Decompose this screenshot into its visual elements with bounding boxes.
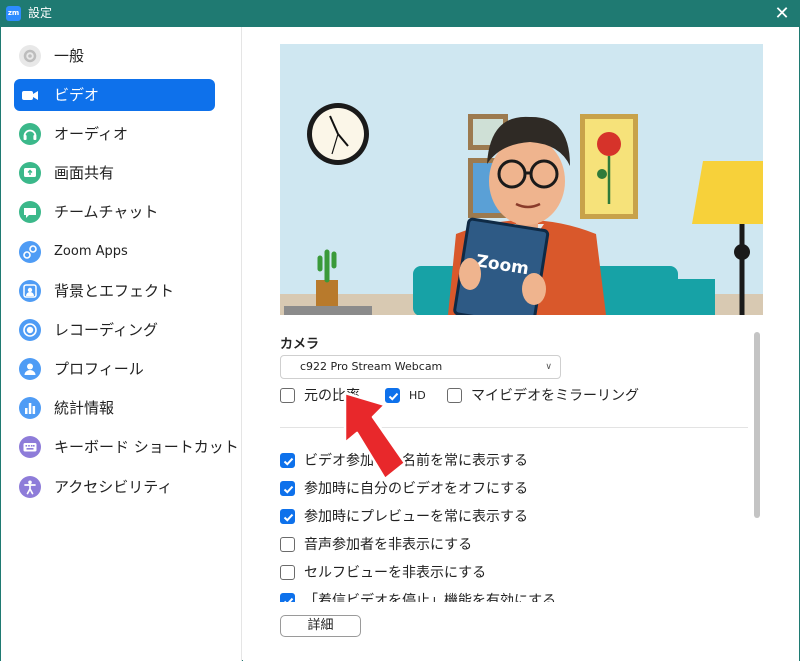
sidebar-item-label: レコーディング — [54, 321, 158, 339]
sidebar-item-screen-share[interactable]: 画面共有 — [14, 157, 215, 189]
sidebar-item-accessibility[interactable]: アクセシビリティ — [14, 471, 215, 503]
sidebar-item-label: 統計情報 — [54, 399, 115, 417]
sidebar-item-label: 背景とエフェクト — [54, 282, 175, 300]
sidebar-item-statistics[interactable]: 統計情報 — [14, 392, 215, 424]
checkbox-label: 参加時にプレビューを常に表示する — [304, 509, 528, 525]
profile-icon — [19, 358, 41, 380]
checkbox-label: 音声参加者を非表示にする — [304, 537, 473, 553]
wall-clock-icon — [307, 103, 369, 165]
mirror-video-checkbox[interactable]: マイビデオをミラーリング — [447, 386, 647, 406]
record-icon — [19, 319, 41, 341]
checkbox-box — [280, 565, 295, 580]
setting-video-off-on-join[interactable]: 参加時に自分のビデオをオフにする — [280, 479, 580, 499]
setting-hide-audio-participants[interactable]: 音声参加者を非表示にする — [280, 535, 580, 555]
checkbox-box — [280, 509, 295, 524]
chat-bubble-icon — [19, 201, 41, 223]
title-bar: zm 設定 ✕ — [1, 1, 800, 27]
sidebar-item-label: 画面共有 — [54, 164, 115, 182]
checkbox-label: マイビデオをミラーリング — [471, 388, 639, 404]
checkbox-label: ビデオ参加者の名前を常に表示する — [304, 453, 528, 469]
zoom-logo-icon: zm — [6, 6, 21, 21]
sidebar-item-label: プロフィール — [54, 360, 144, 378]
annotation-arrow-icon — [343, 391, 407, 481]
checkbox-box — [280, 481, 295, 496]
sidebar-item-label: ビデオ — [54, 86, 100, 104]
background-person-icon — [19, 280, 41, 302]
sidebar-item-label: キーボード ショートカット — [54, 438, 239, 456]
setting-hide-self-view[interactable]: セルフビューを非表示にする — [280, 563, 580, 583]
checkbox-box — [280, 388, 295, 403]
close-button[interactable]: ✕ — [769, 1, 795, 27]
sidebar-item-team-chat[interactable]: チームチャット — [14, 196, 215, 228]
camera-select-value: c922 Pro Stream Webcam — [300, 360, 443, 373]
setting-always-preview[interactable]: 参加時にプレビューを常に表示する — [280, 507, 580, 527]
video-settings-panel: Zoom カメラ c922 Pro Stream Webcam ∨ 元の比率 H… — [243, 27, 799, 661]
checkbox-box — [447, 388, 462, 403]
sidebar-item-video[interactable]: ビデオ — [14, 79, 215, 111]
video-preview: Zoom — [280, 44, 763, 315]
checkbox-label: HD — [409, 389, 426, 402]
video-camera-icon — [19, 84, 41, 106]
checkbox-box — [280, 453, 295, 468]
sidebar-item-label: オーディオ — [54, 125, 128, 143]
sidebar-item-label: Zoom Apps — [54, 244, 128, 259]
accessibility-icon — [19, 476, 41, 498]
screen-share-icon — [19, 162, 41, 184]
checkbox-box — [280, 593, 295, 602]
sidebar-item-label: チームチャット — [54, 203, 159, 221]
keyboard-icon — [19, 436, 41, 458]
sidebar-item-background-effects[interactable]: 背景とエフェクト — [14, 275, 215, 307]
setting-show-names[interactable]: ビデオ参加者の名前を常に表示する — [280, 451, 580, 471]
sidebar-item-label: 一般 — [54, 47, 85, 65]
sidebar-item-label: アクセシビリティ — [54, 478, 173, 496]
checkbox-label: 参加時に自分のビデオをオフにする — [304, 481, 529, 497]
sidebar-item-profile[interactable]: プロフィール — [14, 353, 215, 385]
setting-stop-incoming-video[interactable]: 「着信ビデオを停止」機能を有効にする — [280, 591, 580, 602]
preview-illustration: Zoom — [280, 44, 763, 315]
scrollbar-thumb[interactable] — [754, 332, 760, 518]
camera-select[interactable]: c922 Pro Stream Webcam ∨ — [280, 355, 561, 379]
sidebar-item-general[interactable]: 一般 — [14, 40, 215, 72]
checkbox-box — [280, 537, 295, 552]
headphones-icon — [19, 123, 41, 145]
checkbox-label: 「着信ビデオを停止」機能を有効にする — [304, 593, 557, 602]
details-button[interactable]: 詳細 — [280, 615, 361, 637]
settings-sidebar: 一般 ビデオ オーディオ 画面共有 チームチャット Zoom Apps 背景とエ… — [1, 27, 242, 661]
settings-window: zm 設定 ✕ 一般 ビデオ オーディオ 画面共有 チームチャット Zoom A… — [0, 0, 800, 661]
checkbox-label: セルフビューを非表示にする — [304, 565, 487, 581]
sidebar-item-recording[interactable]: レコーディング — [14, 314, 215, 346]
chevron-down-icon: ∨ — [545, 362, 552, 372]
gear-icon — [19, 45, 41, 67]
camera-section-label: カメラ — [280, 337, 320, 352]
window-title: 設定 — [28, 6, 53, 20]
sidebar-item-audio[interactable]: オーディオ — [14, 118, 215, 150]
sidebar-item-zoom-apps[interactable]: Zoom Apps — [14, 236, 215, 268]
apps-icon — [19, 241, 41, 263]
sidebar-item-keyboard-shortcuts[interactable]: キーボード ショートカット — [14, 431, 239, 463]
bar-chart-icon — [19, 397, 41, 419]
